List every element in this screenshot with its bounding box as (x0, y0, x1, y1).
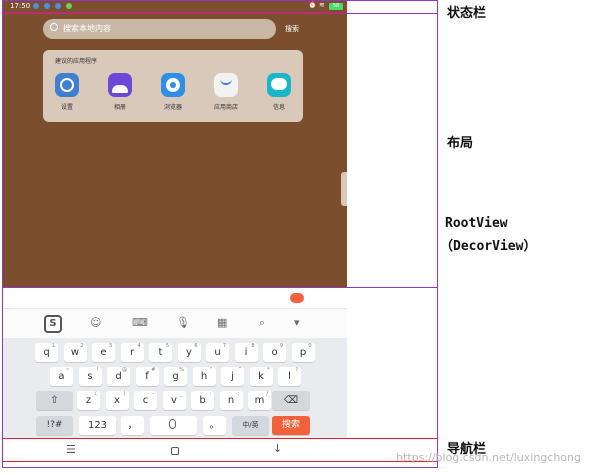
statusbar-label: 状态栏 (447, 6, 487, 21)
layout-label: 布局 (447, 136, 474, 151)
decorview-label: （DecorView） (440, 239, 537, 254)
watermark: https://blog.csdn.net/luxingchong (396, 451, 581, 464)
rootview-region-outline (2, 0, 438, 468)
rootview-label: RootView (445, 216, 508, 231)
